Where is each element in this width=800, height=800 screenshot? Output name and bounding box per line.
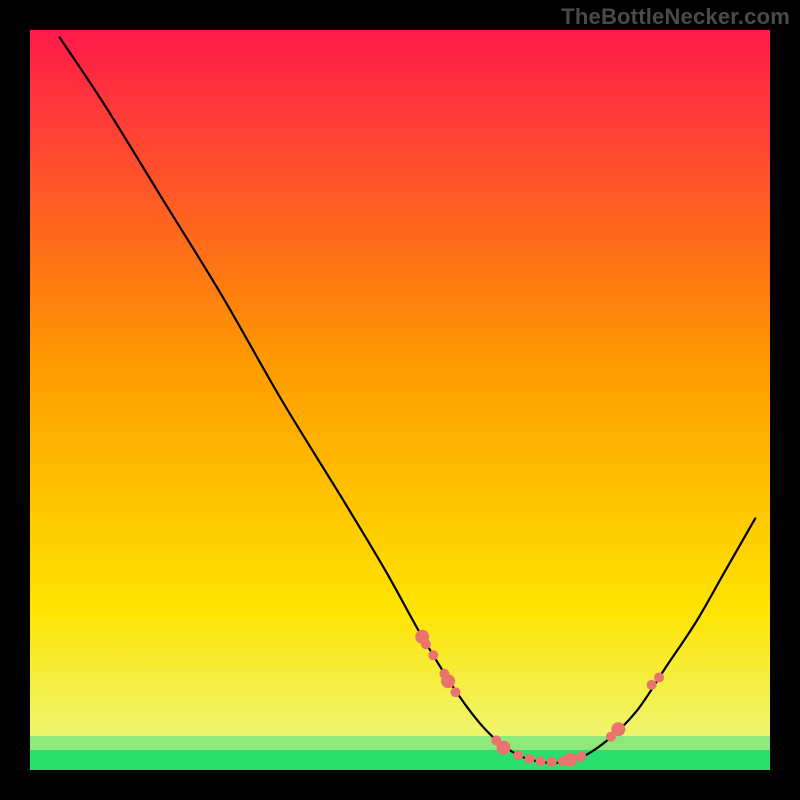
green-band-soft xyxy=(30,736,770,750)
watermark-text: TheBottleNecker.com xyxy=(561,4,790,30)
plot-area xyxy=(30,30,770,770)
data-marker xyxy=(547,757,557,767)
chart-svg xyxy=(30,30,770,770)
gradient-background xyxy=(30,30,770,770)
data-marker xyxy=(513,750,523,760)
data-marker xyxy=(576,752,586,762)
data-marker xyxy=(451,687,461,697)
data-marker xyxy=(497,741,511,755)
chart-frame: TheBottleNecker.com xyxy=(0,0,800,800)
data-marker xyxy=(428,650,438,660)
data-marker xyxy=(647,680,657,690)
green-band xyxy=(30,748,770,770)
data-marker xyxy=(654,673,664,683)
data-marker xyxy=(525,754,535,764)
data-marker xyxy=(563,753,577,767)
data-marker xyxy=(611,722,625,736)
data-marker xyxy=(441,674,455,688)
data-marker xyxy=(536,756,546,766)
data-marker xyxy=(421,639,431,649)
